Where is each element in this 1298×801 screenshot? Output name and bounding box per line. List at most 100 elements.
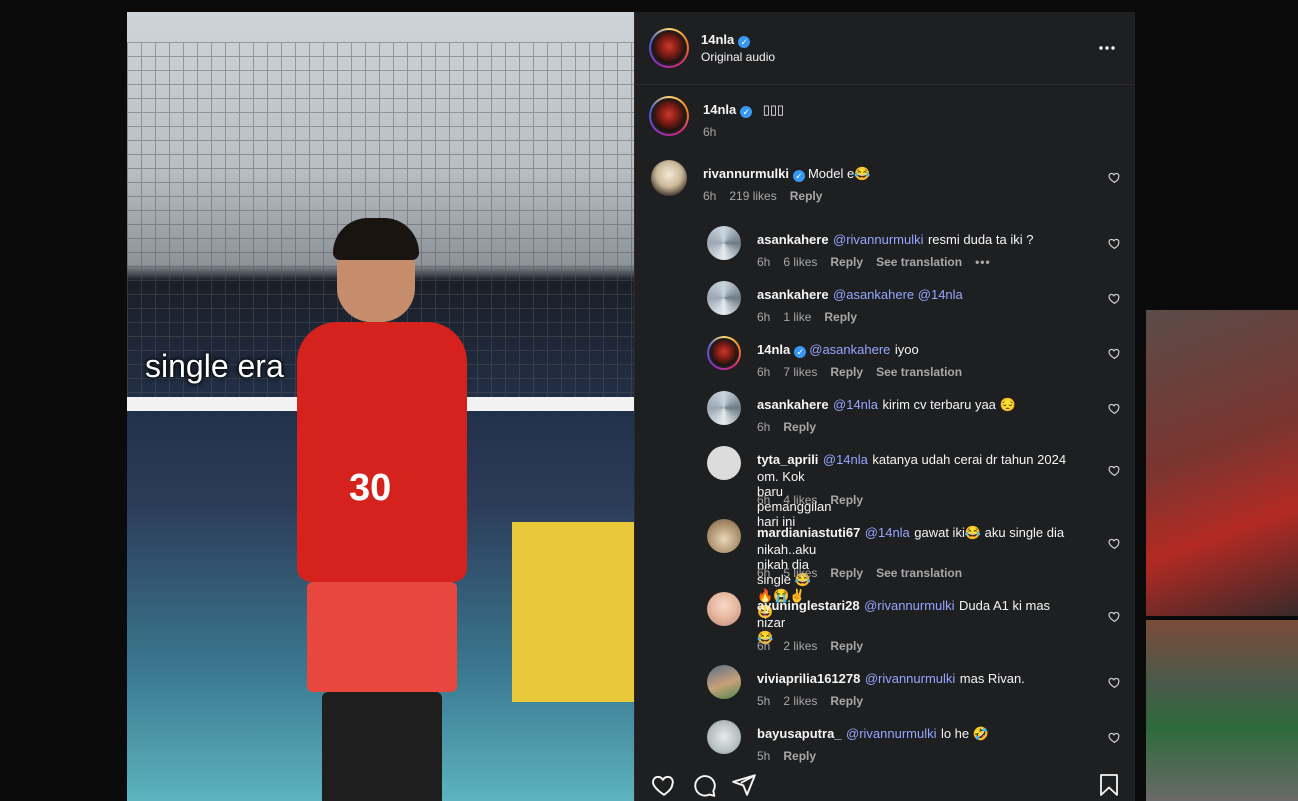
media-overlay-text: single era: [145, 348, 284, 384]
comment-likes[interactable]: 1 like: [783, 310, 811, 324]
action-bar: [635, 768, 1135, 801]
comment-likes[interactable]: 6 likes: [783, 255, 817, 269]
comment-meta: 6h 219 likes Reply: [703, 189, 835, 203]
comment-like-heart-icon[interactable]: [1108, 292, 1121, 305]
comment-like-heart-icon[interactable]: [1108, 237, 1121, 250]
reply-button[interactable]: Reply: [783, 749, 816, 763]
comment-mention[interactable]: @rivannurmulki: [865, 671, 956, 686]
see-translation-link[interactable]: See translation: [876, 365, 962, 379]
comment-meta: 6h 4 likes Reply: [757, 493, 876, 507]
comment-mention[interactable]: @14nla: [865, 525, 910, 540]
comment-like-heart-icon[interactable]: [1108, 402, 1121, 415]
audio-label[interactable]: Original audio: [701, 50, 775, 64]
comment-text: iyoo: [894, 342, 919, 357]
avatar[interactable]: [651, 160, 687, 196]
comment-username[interactable]: bayusaputra_: [757, 726, 842, 741]
comment-likes[interactable]: 2 likes: [783, 694, 817, 708]
comment-likes[interactable]: 7 likes: [783, 365, 817, 379]
see-translation-link[interactable]: See translation: [876, 255, 962, 269]
comment-likes[interactable]: 4 likes: [783, 493, 817, 507]
comment-username[interactable]: asankahere: [757, 232, 829, 247]
comment-mention[interactable]: @asankahere @14nla: [833, 287, 963, 302]
comment-more-options-icon[interactable]: •••: [975, 255, 991, 269]
comment-time: 6h: [757, 310, 771, 324]
avatar[interactable]: [707, 720, 741, 754]
comment-like-heart-icon[interactable]: [1108, 171, 1121, 184]
bookmark-icon[interactable]: [1097, 772, 1121, 798]
reply-button[interactable]: Reply: [830, 694, 863, 708]
player-figure: 30: [267, 218, 517, 801]
comment-icon[interactable]: [691, 772, 717, 798]
reply-button[interactable]: Reply: [830, 566, 863, 580]
reply-button[interactable]: Reply: [830, 365, 863, 379]
reply-button[interactable]: Reply: [830, 493, 863, 507]
comment-like-heart-icon[interactable]: [1108, 537, 1121, 550]
verified-badge-icon: ✓: [794, 346, 807, 358]
comment-text: resmi duda ta iki ?: [927, 232, 1034, 247]
comment-mention[interactable]: @rivannurmulki: [846, 726, 937, 741]
avatar[interactable]: [707, 446, 741, 480]
comment-meta: 6h 5 likes Reply See translation: [757, 566, 975, 580]
comment-mention[interactable]: @rivannurmulki: [833, 232, 924, 247]
comment-like-heart-icon[interactable]: [1108, 347, 1121, 360]
avatar[interactable]: [707, 391, 741, 425]
jersey: [297, 322, 467, 582]
comment-like-heart-icon[interactable]: [1108, 676, 1121, 689]
comment-text: Duda A1 ki mas: [959, 598, 1051, 613]
comment-meta: 6h 6 likes Reply See translation •••: [757, 255, 1004, 269]
comment-username[interactable]: asankahere: [757, 287, 829, 302]
comment-meta: 6h Reply: [757, 420, 829, 434]
comment-meta: 6h 7 likes Reply See translation: [757, 365, 975, 379]
comment-likes[interactable]: 2 likes: [783, 639, 817, 653]
share-icon[interactable]: [731, 772, 757, 798]
avatar[interactable]: [707, 336, 741, 370]
comment-likes[interactable]: 5 likes: [783, 566, 817, 580]
comment-time: 6h: [757, 420, 771, 434]
comment-username[interactable]: asankahere: [757, 397, 829, 412]
caption-username[interactable]: 14nla: [703, 102, 736, 117]
verified-badge-icon: ✓: [738, 36, 751, 48]
reply-button[interactable]: Reply: [830, 639, 863, 653]
verified-badge-icon: ✓: [740, 106, 753, 118]
caption-time: 6h: [703, 125, 717, 139]
comment-username[interactable]: rivannurmulki: [703, 166, 789, 181]
avatar[interactable]: [649, 96, 689, 136]
avatar[interactable]: [707, 519, 741, 553]
comment-meta: 6h 1 like Reply: [757, 310, 870, 324]
see-translation-link[interactable]: See translation: [876, 566, 962, 580]
comment-like-heart-icon[interactable]: [1108, 731, 1121, 744]
post-media[interactable]: 30 single era: [127, 12, 634, 801]
more-horizontal-icon[interactable]: [1097, 38, 1117, 63]
court-sign: [512, 522, 634, 702]
avatar[interactable]: [707, 592, 741, 626]
caption-text: ▯▯▯: [762, 102, 785, 117]
comment-like-heart-icon[interactable]: [1108, 464, 1121, 477]
background-reel-thumbnail: [1146, 310, 1298, 616]
comment-text: mas Rivan.: [959, 671, 1025, 686]
verified-badge-icon: ✓: [792, 170, 805, 182]
reply-button[interactable]: Reply: [824, 310, 857, 324]
comment-username[interactable]: ayuninglestari28: [757, 598, 860, 613]
comment-username[interactable]: 14nla: [757, 342, 790, 357]
comment-username[interactable]: mardianiastuti67: [757, 525, 860, 540]
comment-mention[interactable]: @rivannurmulki: [864, 598, 955, 613]
comment-like-heart-icon[interactable]: [1108, 610, 1121, 623]
comment-likes[interactable]: 219 likes: [729, 189, 776, 203]
avatar[interactable]: [707, 281, 741, 315]
comment-time: 6h: [757, 493, 771, 507]
reply-button[interactable]: Reply: [790, 189, 823, 203]
reply-button[interactable]: Reply: [783, 420, 816, 434]
header-username[interactable]: 14nla: [701, 32, 734, 47]
avatar[interactable]: [707, 665, 741, 699]
comment-time: 6h: [703, 189, 717, 203]
comment-mention[interactable]: @14nla: [823, 452, 868, 467]
avatar[interactable]: [649, 28, 689, 68]
comment-mention[interactable]: @14nla: [833, 397, 878, 412]
comment-username[interactable]: viviaprilia161278: [757, 671, 860, 686]
heart-icon[interactable]: [651, 772, 677, 798]
reply-button[interactable]: Reply: [830, 255, 863, 269]
avatar[interactable]: [707, 226, 741, 260]
comment-mention[interactable]: @asankahere: [809, 342, 890, 357]
comment-text: Model e😂: [807, 166, 871, 181]
comment-username[interactable]: tyta_aprili: [757, 452, 818, 467]
